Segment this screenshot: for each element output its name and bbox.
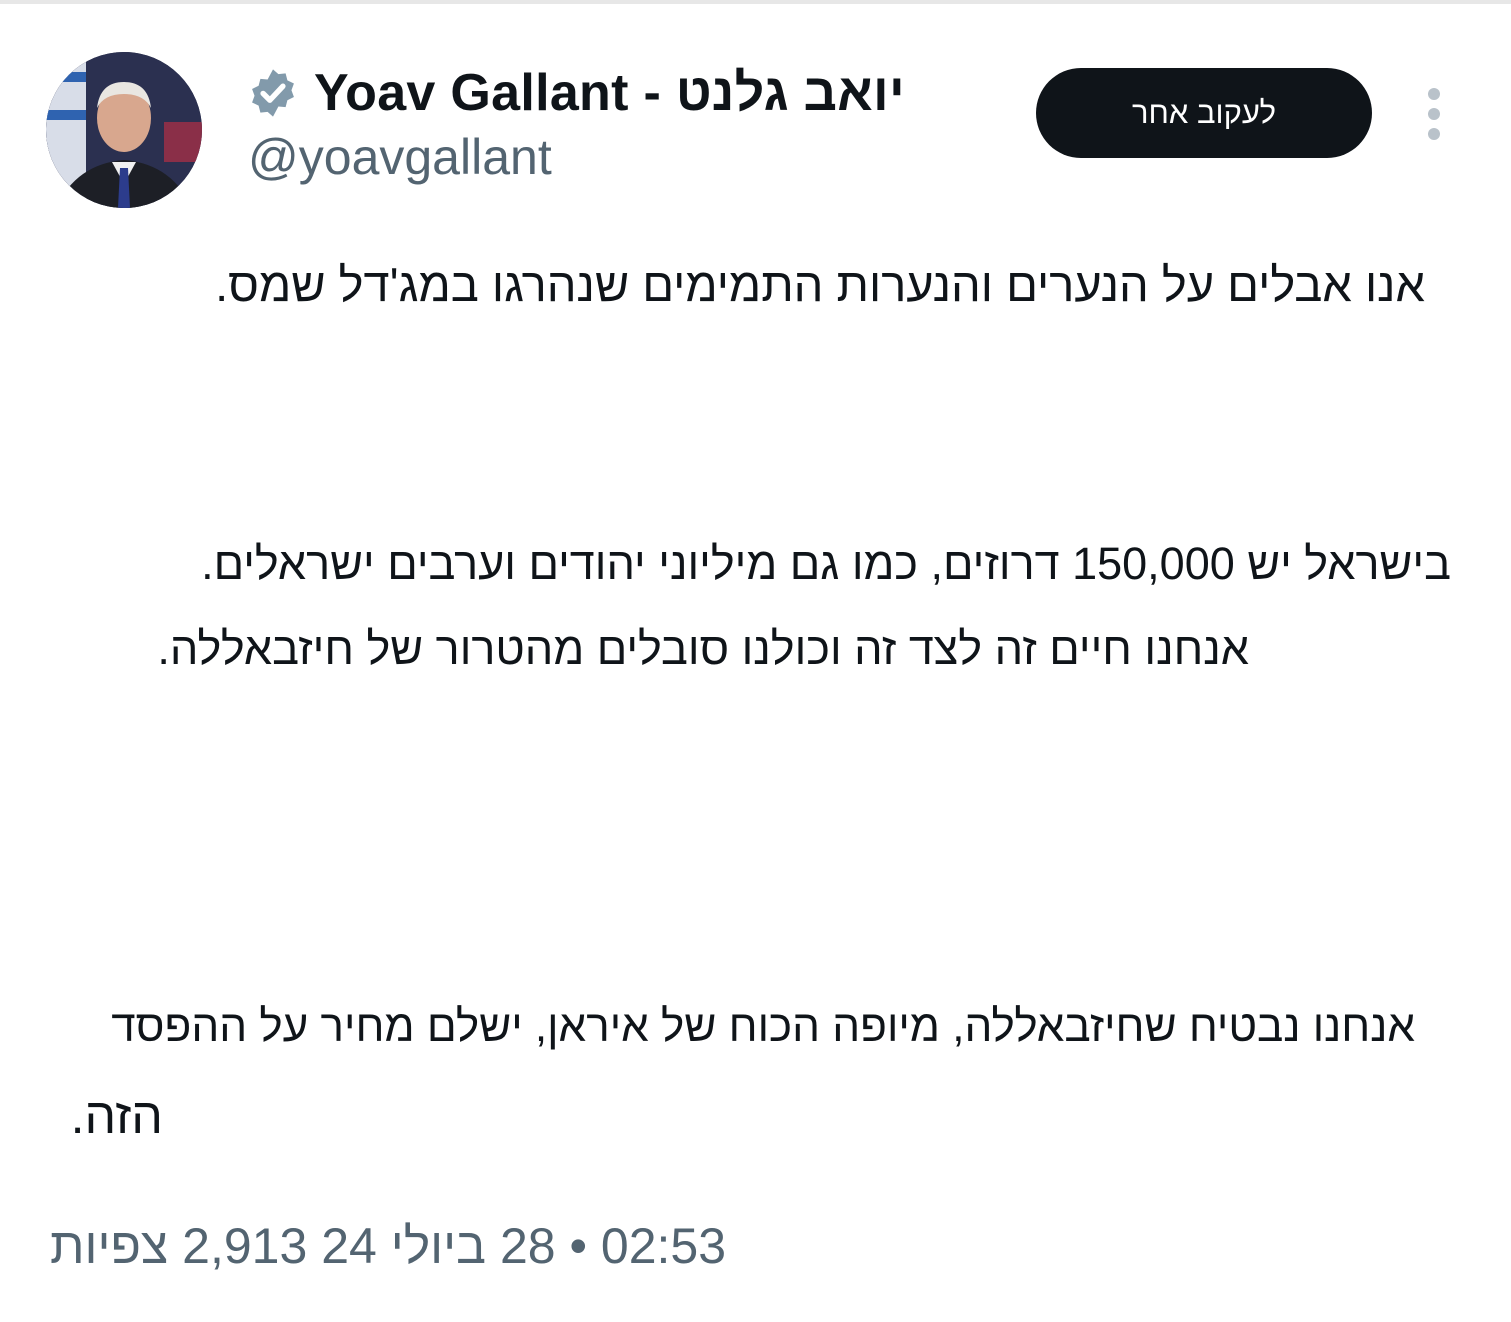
dot bbox=[1428, 88, 1440, 100]
more-vertical-icon[interactable] bbox=[1414, 84, 1454, 144]
user-handle[interactable]: @yoavgallant bbox=[248, 128, 552, 186]
tweet-text-line: אנו אבלים על הנערים והנערות התמימים שנהר… bbox=[215, 258, 1425, 311]
avatar[interactable] bbox=[46, 52, 202, 208]
author-name-row: Yoav Gallant - יואב גלנט bbox=[246, 60, 905, 126]
tweet-text-line: אנחנו נבטיח שחיזבאללה, מיופה הכוח של איר… bbox=[111, 1002, 1415, 1051]
tweet-text-line: בישראל יש 150,000 דרוזים, כמו גם מיליוני… bbox=[201, 538, 1451, 589]
dot bbox=[1428, 108, 1440, 120]
tweet-text-line: הזה. bbox=[70, 1088, 163, 1144]
tweet-meta: 02:53 • 28 ביולי 24 2,913 צפיות bbox=[50, 1218, 727, 1274]
display-name[interactable]: Yoav Gallant - יואב גלנט bbox=[314, 63, 905, 123]
top-divider bbox=[0, 0, 1511, 4]
tweet-text-line: אנחנו חיים זה לצד זה וכולנו סובלים מהטרו… bbox=[157, 623, 1249, 674]
follow-button[interactable]: לעקוב אחר bbox=[1036, 68, 1372, 158]
dot bbox=[1428, 128, 1440, 140]
verified-badge-icon bbox=[252, 69, 294, 117]
